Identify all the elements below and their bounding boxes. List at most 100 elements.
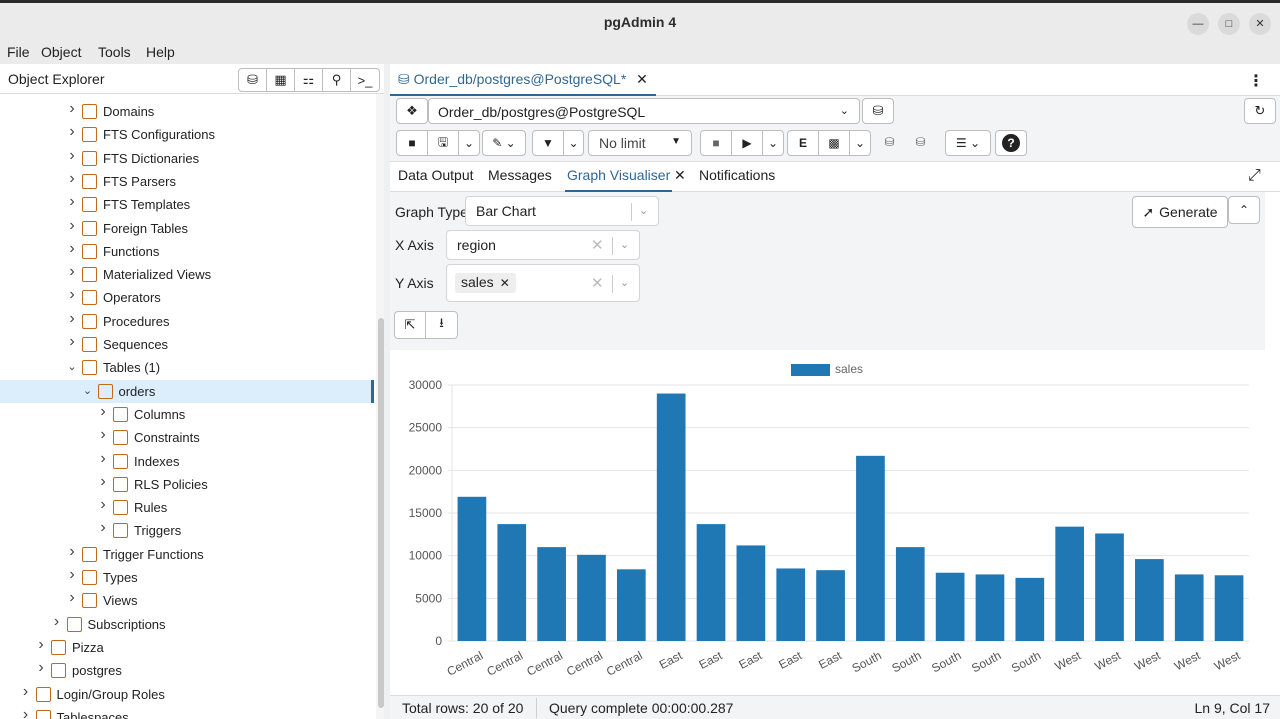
explain-icon[interactable]: E [788,131,819,155]
chevron-right-icon[interactable]: › [20,683,32,701]
tab-graph-visualiser[interactable]: Graph Visualiser [565,167,673,192]
chevron-right-icon[interactable]: › [97,426,109,444]
chevron-right-icon[interactable]: › [66,589,78,607]
bar[interactable] [776,568,806,641]
generate-button[interactable]: ➚ Generate [1132,196,1228,228]
clear-icon[interactable]: ✕ [591,236,604,254]
bar[interactable] [1214,575,1244,641]
chevron-right-icon[interactable]: › [97,519,109,537]
chevron-right-icon[interactable]: › [35,659,47,677]
tree-item-procedures[interactable]: › Procedures [0,310,374,333]
query-tool-icon[interactable]: ⛁ [239,69,267,91]
explain-analyze-icon[interactable]: ▩ [819,131,850,155]
menu-object[interactable]: Object [41,44,81,60]
bar[interactable] [1055,526,1085,641]
save-file-icon[interactable]: 🖫 [428,131,459,155]
chevron-right-icon[interactable]: › [51,613,63,631]
commit-icon[interactable]: ⛁ [874,130,905,154]
chevron-right-icon[interactable]: › [66,170,78,188]
bar[interactable] [1174,574,1204,641]
tree-item-types[interactable]: › Types [0,566,374,589]
bar[interactable] [656,393,686,641]
bar[interactable] [616,569,646,641]
new-connection-icon[interactable]: ⛁ [862,98,894,124]
bar[interactable] [816,570,845,641]
chevron-right-icon[interactable]: › [66,333,78,351]
filtered-rows-icon[interactable]: ⚏ [295,69,323,91]
chevron-right-icon[interactable]: › [66,240,78,258]
tree-item-fts-templates[interactable]: › FTS Templates [0,193,374,216]
bar[interactable] [696,524,726,641]
tree-item-pizza[interactable]: › Pizza [0,636,374,659]
view-data-icon[interactable]: ▦ [267,69,295,91]
bar[interactable] [1015,577,1045,641]
tree-item-sequences[interactable]: › Sequences [0,333,374,356]
reset-layout-icon[interactable]: ↻ [1244,98,1276,124]
chevron-right-icon[interactable]: › [66,100,78,118]
bar[interactable] [457,496,487,641]
bar[interactable] [1095,533,1124,641]
bar[interactable] [895,547,925,641]
execute-icon[interactable]: ▶ [732,131,763,155]
execute-dropdown-icon[interactable]: ⌄ [763,131,783,155]
tree-item-triggers[interactable]: › Triggers [0,519,374,542]
tab-data-output[interactable]: Data Output [398,167,474,183]
chevron-down-icon[interactable]: ⌄ [82,384,94,397]
tree-item-login-group-roles[interactable]: › Login/Group Roles [0,683,374,706]
connection-select[interactable]: Order_db/postgres@PostgreSQL ⌄ [428,98,860,124]
chevron-right-icon[interactable]: › [97,473,109,491]
bar[interactable] [736,545,766,641]
close-graph-tab-icon[interactable]: ✕ [674,167,686,184]
tree-item-trigger-functions[interactable]: › Trigger Functions [0,543,374,566]
tab-notifications[interactable]: Notifications [699,167,775,183]
chevron-right-icon[interactable]: › [66,543,78,561]
tree-item-functions[interactable]: › Functions [0,240,374,263]
explain-dropdown-icon[interactable]: ⌄ [850,131,870,155]
chevron-right-icon[interactable]: › [66,217,78,235]
more-options-icon[interactable]: ⋮ [1248,71,1264,91]
download-icon[interactable]: ⭳ [426,312,457,338]
menu-file[interactable]: File [7,44,30,60]
tab-messages[interactable]: Messages [488,167,552,183]
tree-item-materialized-views[interactable]: › Materialized Views [0,263,374,286]
tree-item-operators[interactable]: › Operators [0,286,374,309]
search-icon[interactable]: ⚲ [323,69,351,91]
remove-chip-icon[interactable]: ✕ [500,276,510,290]
bar[interactable] [497,524,527,641]
legend-swatch[interactable] [791,364,830,376]
help-icon[interactable]: ? [996,131,1026,155]
bar[interactable] [1135,559,1164,641]
chevron-right-icon[interactable]: › [97,496,109,514]
tree-item-rules[interactable]: › Rules [0,496,374,519]
psql-terminal-icon[interactable]: >_ [351,69,379,91]
chevron-right-icon[interactable]: › [66,286,78,304]
filter-dropdown-icon[interactable]: ⌄ [564,131,583,155]
bar[interactable] [975,574,1005,641]
tree-item-fts-dictionaries[interactable]: › FTS Dictionaries [0,147,374,170]
y-axis-select[interactable]: sales ✕ ✕ ⌄ [446,264,640,302]
minimize-panel-icon[interactable]: ⤢ [1248,167,1261,185]
stop-icon[interactable]: ■ [701,131,732,155]
tree-item-subscriptions[interactable]: › Subscriptions [0,613,374,636]
menu-help[interactable]: Help [146,44,175,60]
minimize-icon[interactable]: — [1187,13,1209,35]
tree-item-domains[interactable]: › Domains [0,100,374,123]
menu-tools[interactable]: Tools [98,44,131,60]
chevron-right-icon[interactable]: › [97,450,109,468]
close-window-icon[interactable]: ✕ [1249,13,1271,35]
tree-item-orders[interactable]: ⌄ orders [0,379,374,403]
row-limit-select[interactable]: No limit ▼ [588,130,692,156]
edit-icon[interactable]: ✎ ⌄ [483,131,525,155]
tab-query-tool[interactable]: ⛁ Order_db/postgres@PostgreSQL* ✕ [390,64,656,96]
chevron-right-icon[interactable]: › [66,310,78,328]
clear-icon[interactable]: ✕ [591,274,604,292]
bar[interactable] [537,547,566,641]
tree-item-postgres[interactable]: › postgres [0,659,374,682]
chevron-right-icon[interactable]: › [35,636,47,654]
close-tab-icon[interactable]: ✕ [636,71,648,87]
tree-item-views[interactable]: › Views [0,589,374,612]
graph-type-select[interactable]: Bar Chart ⌄ [465,196,659,226]
zoom-reset-icon[interactable]: ⇱ [395,312,426,338]
chevron-right-icon[interactable]: › [20,706,32,719]
connection-status-icon[interactable]: ❖ [396,98,428,124]
